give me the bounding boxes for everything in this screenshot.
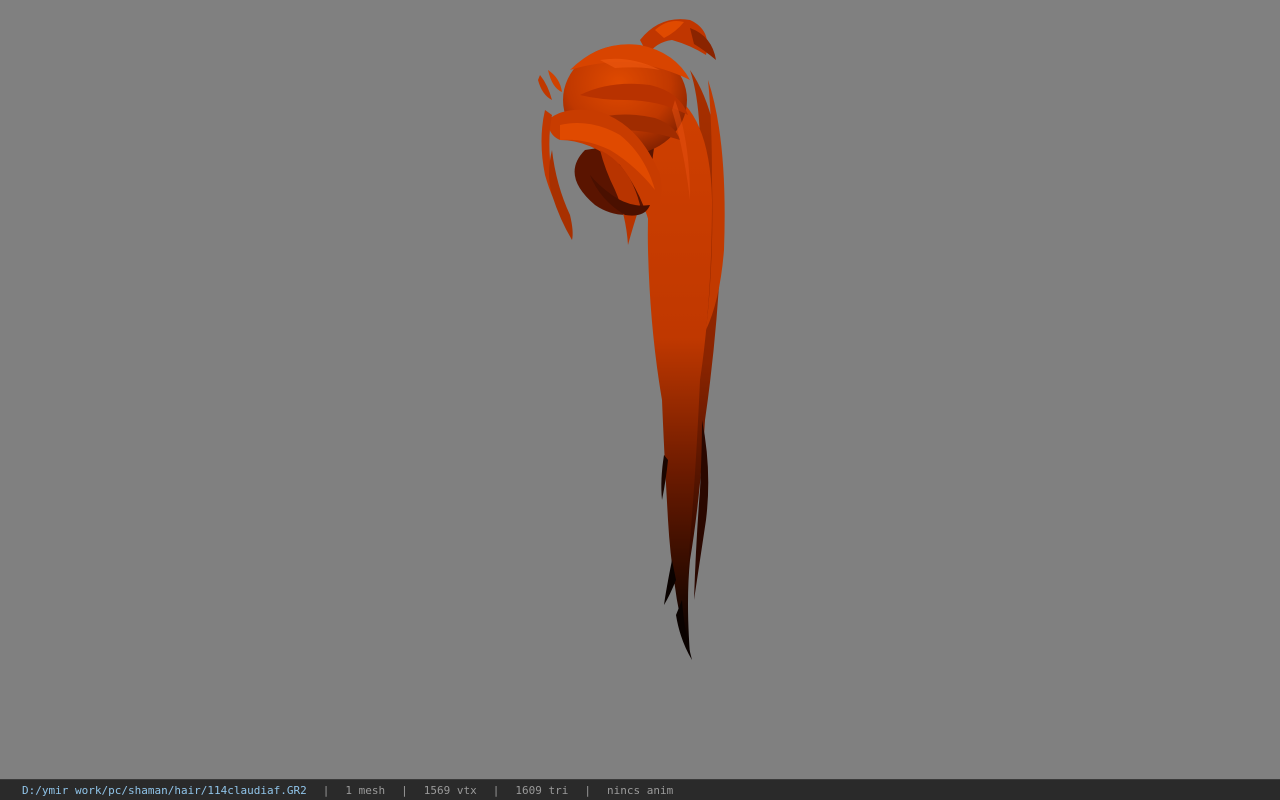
status-separator: | (584, 783, 591, 797)
anim-status-label: nincs anim (607, 783, 674, 797)
status-bar: D:/ymir work/pc/shaman/hair/114claudiaf.… (0, 779, 1280, 800)
vertex-count-label: 1569 vtx (423, 783, 477, 797)
hair-model-render (538, 19, 725, 660)
mesh-count-label: 1 mesh (345, 783, 386, 797)
file-path-label: D:/ymir work/pc/shaman/hair/114claudiaf.… (22, 783, 307, 797)
status-separator: | (322, 783, 330, 797)
triangle-count-label: 1609 tri (515, 783, 569, 797)
status-separator: | (401, 783, 408, 797)
3d-viewport[interactable] (0, 0, 1280, 779)
status-separator: | (492, 783, 500, 797)
